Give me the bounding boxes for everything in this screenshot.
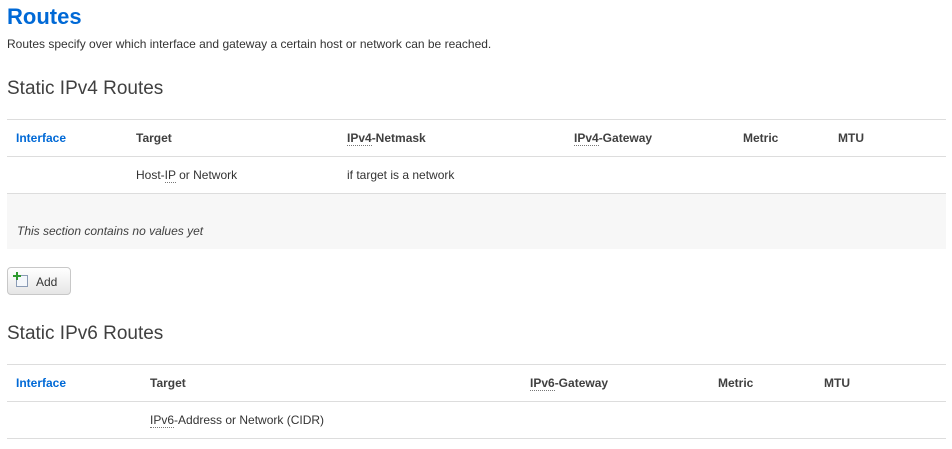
ipv6-routes-table: Interface Target IPv6-Gateway Metric MTU… xyxy=(7,364,946,439)
ipv6-col-interface[interactable]: Interface xyxy=(16,365,66,401)
ipv4-routes-table: Interface Target IPv4-Netmask IPv4-Gatew… xyxy=(7,119,946,249)
ip-abbr: IP xyxy=(164,168,176,183)
ipv4-netmask-hint: if target is a network xyxy=(347,168,455,182)
ipv4-section-title: Static IPv4 Routes xyxy=(7,78,164,99)
ipv6-header-row: Interface Target IPv6-Gateway Metric MTU xyxy=(7,364,946,402)
ipv4-target-hint: Host-IP or Network xyxy=(136,168,238,183)
ipv6-abbr: IPv6 xyxy=(530,376,555,391)
ipv4-abbr: IPv4 xyxy=(574,131,599,146)
ipv4-empty-row: This section contains no values yet xyxy=(7,194,946,249)
ipv4-col-target: Target xyxy=(136,131,172,145)
ipv6-col-mtu: MTU xyxy=(824,376,850,390)
ipv4-empty-message: This section contains no values yet xyxy=(17,224,204,238)
ipv4-col-gateway: IPv4-Gateway xyxy=(574,131,653,146)
page-title: Routes xyxy=(7,4,82,29)
ipv6-abbr: IPv6 xyxy=(150,413,175,428)
document-add-icon xyxy=(13,272,28,287)
ipv4-col-mtu: MTU xyxy=(838,131,864,145)
add-button-label: Add xyxy=(36,275,58,289)
ipv6-col-gateway: IPv6-Gateway xyxy=(530,376,609,391)
ipv4-abbr: IPv4 xyxy=(347,131,372,146)
ipv4-col-interface[interactable]: Interface xyxy=(16,120,66,156)
ipv6-hint-row: IPv6-Address or Network (CIDR) xyxy=(7,402,946,439)
page-description: Routes specify over which interface and … xyxy=(7,37,492,51)
ipv6-col-metric: Metric xyxy=(718,376,754,390)
ipv4-hint-row: Host-IP or Network if target is a networ… xyxy=(7,157,946,194)
ipv4-col-metric: Metric xyxy=(743,131,779,145)
ipv6-target-hint: IPv6-Address or Network (CIDR) xyxy=(150,413,325,428)
ipv6-section-title: Static IPv6 Routes xyxy=(7,323,164,344)
ipv4-header-row: Interface Target IPv4-Netmask IPv4-Gatew… xyxy=(7,119,946,157)
ipv6-col-target: Target xyxy=(150,376,186,390)
ipv4-col-netmask: IPv4-Netmask xyxy=(347,131,426,146)
add-ipv4-route-button[interactable]: Add xyxy=(7,267,71,295)
